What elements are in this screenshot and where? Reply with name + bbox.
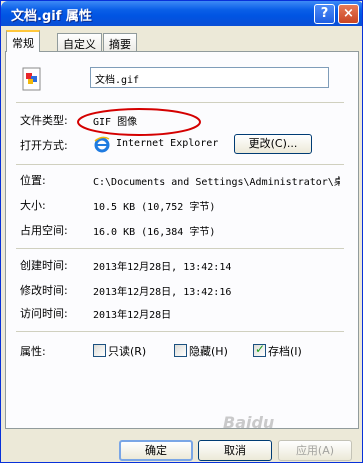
checkmark-icon: ✓ (255, 342, 266, 356)
location-label: 位置: (20, 174, 46, 187)
location-value: C:\Documents and Settings\Administrator\… (93, 177, 340, 188)
hidden-checkbox-label[interactable]: 隐藏(H) (189, 343, 228, 359)
watermark: Baidu (223, 413, 275, 432)
title-bar[interactable]: 文档.gif 属性 ? × (1, 1, 362, 26)
size-label: 大小: (20, 199, 46, 212)
change-button[interactable]: 更改(C)... (234, 134, 312, 154)
readonly-checkbox-label[interactable]: 只读(R) (108, 343, 146, 359)
tab-general[interactable]: 常规 (6, 30, 40, 52)
divider (16, 102, 344, 103)
archive-checkbox-label[interactable]: 存档(I) (268, 343, 302, 359)
general-tab-panel (5, 51, 359, 429)
divider (16, 331, 344, 332)
file-type-value: GIF 图像 (93, 117, 138, 128)
tab-summary[interactable]: 摘要 (103, 33, 137, 51)
readonly-checkbox[interactable] (93, 344, 106, 357)
opens-with-label: 打开方式: (20, 139, 68, 152)
properties-dialog: 文档.gif 属性 ? × 常规 自定义 摘要 文档.gif 文件类型: GIF… (0, 0, 363, 463)
apply-button[interactable]: 应用(A) (278, 440, 352, 461)
accessed-label: 访问时间: (20, 307, 68, 320)
modified-label: 修改时间: (20, 284, 68, 297)
file-type-label: 文件类型: (20, 114, 68, 127)
attributes-label: 属性: (20, 345, 46, 358)
filename-field[interactable]: 文档.gif (90, 67, 329, 88)
gif-file-icon (22, 67, 41, 91)
tab-custom[interactable]: 自定义 (57, 33, 102, 51)
close-button[interactable]: × (338, 4, 359, 24)
help-button[interactable]: ? (314, 4, 335, 24)
archive-checkbox[interactable]: ✓ (253, 342, 266, 357)
divider (16, 248, 344, 249)
opens-with-value: Internet Explorer (116, 138, 219, 149)
accessed-value: 2013年12月28日 (93, 310, 172, 321)
created-value: 2013年12月28日, 13:42:14 (93, 262, 232, 273)
disk-size-value: 16.0 KB (16,384 字节) (93, 227, 216, 238)
window-title: 文档.gif 属性 (11, 9, 92, 24)
disk-size-label: 占用空间: (20, 224, 68, 237)
divider (16, 164, 344, 165)
cancel-button[interactable]: 取消 (198, 440, 272, 461)
modified-value: 2013年12月28日, 13:42:16 (93, 287, 232, 298)
hidden-checkbox[interactable] (174, 344, 187, 357)
ok-button[interactable]: 确定 (119, 440, 193, 461)
internet-explorer-icon (94, 136, 110, 153)
size-value: 10.5 KB (10,752 字节) (93, 202, 216, 213)
created-label: 创建时间: (20, 259, 68, 272)
